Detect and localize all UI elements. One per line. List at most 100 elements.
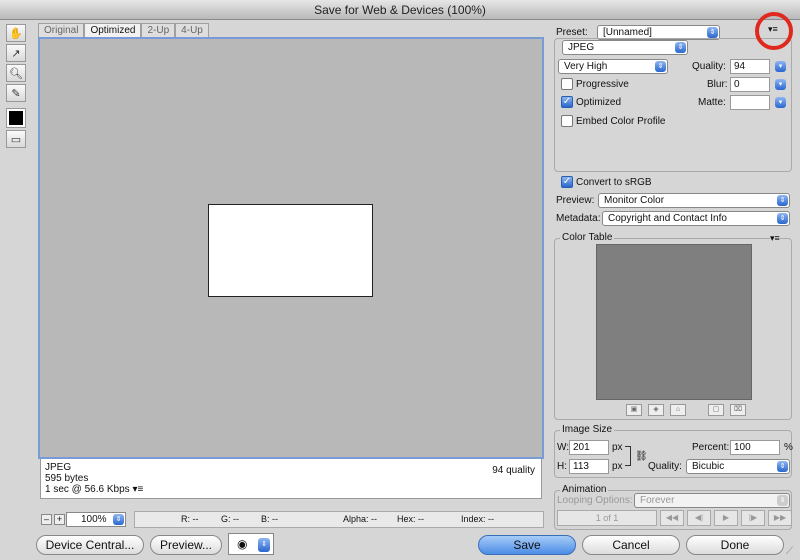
- color-table-menu-icon[interactable]: ▾≡: [770, 233, 780, 244]
- metadata-value: Copyright and Contact Info: [608, 213, 727, 224]
- cancel-button[interactable]: Cancel: [582, 535, 680, 555]
- readout-b: B: --: [261, 514, 278, 524]
- percent-input[interactable]: 100: [730, 440, 780, 455]
- stepper-icon: ⇕: [777, 195, 788, 206]
- width-input[interactable]: 201: [569, 440, 609, 455]
- preview-select[interactable]: Monitor Color ⇕: [598, 193, 790, 208]
- stepper-icon: ⇕: [675, 42, 686, 53]
- black-swatch: [9, 111, 23, 125]
- progressive-checkbox[interactable]: [561, 78, 573, 90]
- zoom-out-button[interactable]: –: [41, 514, 52, 525]
- percent-label: Percent:: [692, 442, 730, 453]
- toggle-slices-icon[interactable]: ▭: [6, 130, 26, 148]
- tab-optimized[interactable]: Optimized: [84, 23, 142, 37]
- color-table-title: Color Table: [560, 232, 615, 243]
- format-value: JPEG: [568, 42, 595, 53]
- embed-profile-label: Embed Color Profile: [576, 116, 666, 127]
- width-label: W:: [557, 442, 570, 453]
- last-frame-icon[interactable]: ▶▶: [768, 510, 792, 526]
- browser-select[interactable]: ◉ ⇕: [228, 533, 274, 555]
- matte-label: Matte:: [698, 97, 726, 108]
- looping-select[interactable]: Forever ⇕: [634, 493, 790, 508]
- quality-stepper-icon[interactable]: ▾: [775, 61, 786, 72]
- stepper-icon: ⇕: [113, 514, 124, 525]
- height-label: H:: [557, 461, 567, 472]
- slice-select-icon[interactable]: ↗: [6, 44, 26, 62]
- percent-unit: %: [784, 442, 793, 453]
- looping-label: Looping Options:: [557, 495, 633, 506]
- stepper-icon: ⇕: [258, 538, 270, 552]
- info-format: JPEG: [45, 462, 72, 473]
- animation-title: Animation: [560, 484, 609, 495]
- hand-icon[interactable]: ✋: [6, 24, 26, 42]
- resample-quality-value: Bicubic: [692, 461, 725, 472]
- preview-button[interactable]: Preview...: [150, 535, 222, 555]
- save-button[interactable]: Save: [478, 535, 576, 555]
- delete-color-icon[interactable]: ⌧: [730, 404, 746, 416]
- resample-quality-select[interactable]: Bicubic ⇕: [686, 459, 790, 474]
- info-size: 595 bytes: [45, 473, 89, 484]
- tab-4up[interactable]: 4-Up: [175, 23, 209, 37]
- done-button[interactable]: Done: [686, 535, 784, 555]
- status-bar: – + 100% ⇕ R: -- G: -- B: -- Alpha: -- He…: [38, 511, 544, 528]
- link-icon[interactable]: ⛓: [635, 451, 648, 462]
- map-color-icon[interactable]: ▣: [626, 404, 642, 416]
- lock-color-icon[interactable]: ⌂: [670, 404, 686, 416]
- optimized-label: Optimized: [576, 97, 622, 108]
- window-title: Save for Web & Devices (100%): [0, 0, 800, 20]
- preview-label: Preview:: [556, 195, 595, 206]
- web-shift-icon[interactable]: ◈: [648, 404, 664, 416]
- optimization-info: JPEG 595 bytes 1 sec @ 56.6 Kbps ▾≡ 94 q…: [40, 459, 542, 499]
- quality-label: Quality:: [692, 61, 726, 72]
- play-icon[interactable]: ▶: [714, 510, 738, 526]
- height-input[interactable]: 113: [569, 459, 609, 474]
- quality-input[interactable]: 94: [730, 59, 770, 74]
- convert-srgb-label: Convert to sRGB: [576, 177, 652, 188]
- format-select[interactable]: JPEG ⇕: [562, 40, 688, 55]
- stepper-icon: ⇕: [777, 213, 788, 224]
- tab-2up[interactable]: 2-Up: [141, 23, 176, 37]
- next-frame-icon[interactable]: |▶: [741, 510, 765, 526]
- browser-icon: ◉: [237, 537, 248, 551]
- blur-stepper-icon[interactable]: ▾: [775, 79, 786, 90]
- zoom-select[interactable]: 100% ⇕: [66, 512, 126, 527]
- looping-value: Forever: [640, 495, 675, 506]
- matte-input[interactable]: [730, 95, 770, 110]
- image-preview: [208, 204, 373, 297]
- info-menu-icon[interactable]: ▾≡: [132, 484, 143, 495]
- matte-stepper-icon[interactable]: ▾: [775, 97, 786, 108]
- stepper-icon: ⇕: [777, 461, 788, 472]
- embed-profile-checkbox[interactable]: [561, 115, 573, 127]
- convert-srgb-checkbox[interactable]: ✓: [561, 176, 573, 188]
- zoom-in-button[interactable]: +: [54, 514, 65, 525]
- info-quality: 94 quality: [492, 465, 535, 476]
- eyedropper-icon[interactable]: ✎: [6, 84, 26, 102]
- color-table-swatches[interactable]: [596, 244, 752, 400]
- blur-label: Blur:: [707, 79, 728, 90]
- stepper-icon: ⇕: [655, 61, 666, 72]
- quality-level-value: Very High: [564, 61, 608, 72]
- constrain-bracket: [625, 446, 631, 466]
- resize-grip-icon[interactable]: ⟋: [786, 546, 793, 557]
- optimized-checkbox[interactable]: ✓: [561, 96, 573, 108]
- highlight-circle: [755, 12, 793, 50]
- new-color-icon[interactable]: ▢: [708, 404, 724, 416]
- zoom-icon[interactable]: 🔍︎: [6, 64, 26, 82]
- preset-value: [Unnamed]: [603, 27, 652, 38]
- metadata-select[interactable]: Copyright and Contact Info ⇕: [602, 211, 790, 226]
- tab-original[interactable]: Original: [38, 23, 85, 37]
- blur-input[interactable]: 0: [730, 77, 770, 92]
- previous-frame-icon[interactable]: ◀|: [687, 510, 711, 526]
- color-swatch[interactable]: [6, 108, 26, 128]
- info-time: 1 sec @ 56.6 Kbps: [45, 484, 130, 495]
- quality-level-select[interactable]: Very High ⇕: [558, 59, 668, 74]
- device-central-button[interactable]: Device Central...: [36, 535, 144, 555]
- image-size-title: Image Size: [560, 424, 615, 435]
- first-frame-icon[interactable]: ◀◀: [660, 510, 684, 526]
- frame-counter: 1 of 1: [557, 510, 657, 526]
- progressive-label: Progressive: [576, 79, 629, 90]
- readout-hex: Hex: --: [397, 514, 424, 524]
- preset-label: Preset:: [556, 27, 588, 38]
- readout-alpha: Alpha: --: [343, 514, 378, 524]
- preview-value: Monitor Color: [604, 195, 665, 206]
